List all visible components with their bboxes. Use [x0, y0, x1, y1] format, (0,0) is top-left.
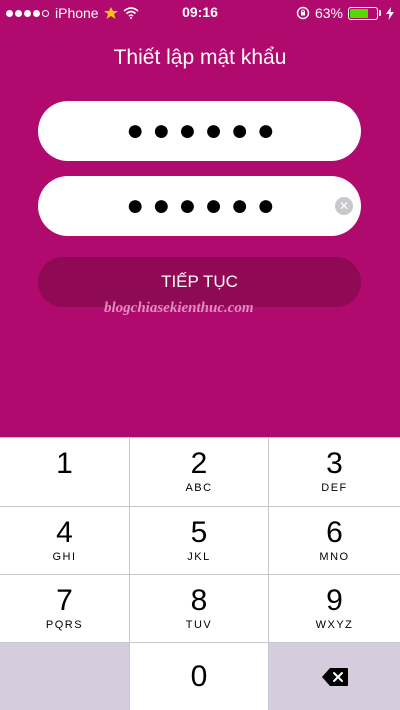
key-4[interactable]: 4 GHI	[0, 506, 130, 574]
clear-icon[interactable]: ✕	[335, 197, 353, 215]
key-digit: 8	[190, 583, 208, 617]
battery-icon	[348, 6, 378, 20]
charging-bolt-icon	[386, 6, 394, 20]
key-letters: WXYZ	[315, 618, 354, 631]
numeric-keypad: 1 2 ABC 3 DEF 4 GHI 5 JKL 6 MNO 7 PQRS 8…	[0, 437, 400, 710]
status-right: 63%	[296, 4, 394, 22]
key-0[interactable]: 0	[130, 642, 269, 710]
battery-percent: 63%	[314, 5, 343, 21]
password-mask: ●●●●●●	[126, 114, 283, 147]
key-1[interactable]: 1	[0, 437, 130, 506]
confirm-password-mask: ●●●●●●	[126, 189, 283, 222]
orientation-lock-icon	[296, 6, 310, 20]
status-bar: iPhone 09:16 63%	[0, 0, 400, 26]
key-digit: 6	[326, 515, 343, 549]
key-7[interactable]: 7 PQRS	[0, 574, 130, 642]
key-3[interactable]: 3 DEF	[269, 437, 400, 506]
key-letters: DEF	[321, 482, 348, 494]
key-digit: 5	[190, 515, 208, 549]
password-field[interactable]: ●●●●●●	[38, 101, 361, 161]
key-letters: ABC	[185, 482, 213, 494]
watermark: blogchiasekienthuc.com	[104, 300, 254, 316]
key-digit: 1	[56, 447, 73, 480]
key-blank	[0, 642, 130, 710]
key-letters: PQRS	[45, 618, 84, 631]
key-2[interactable]: 2 ABC	[130, 437, 269, 506]
battery-level	[350, 8, 368, 18]
key-letters: GHI	[52, 550, 77, 563]
page-title: Thiết lập mật khẩu	[113, 46, 287, 69]
key-letters: JKL	[187, 550, 211, 563]
key-digit: 2	[190, 447, 208, 480]
confirm-password-field[interactable]: ●●●●●● ✕	[38, 176, 361, 236]
delete-key[interactable]	[269, 642, 400, 710]
key-digit: 7	[56, 583, 73, 617]
key-6[interactable]: 6 MNO	[269, 506, 400, 574]
key-digit: 9	[326, 583, 343, 617]
key-5[interactable]: 5 JKL	[130, 506, 269, 574]
key-8[interactable]: 8 TUV	[130, 574, 269, 642]
key-digit: 3	[326, 447, 343, 480]
key-letters: TUV	[185, 618, 213, 631]
key-digit: 0	[190, 659, 208, 693]
key-letters: MNO	[319, 550, 350, 563]
backspace-icon	[321, 667, 348, 686]
key-digit: 4	[56, 515, 73, 549]
key-9[interactable]: 9 WXYZ	[269, 574, 400, 642]
